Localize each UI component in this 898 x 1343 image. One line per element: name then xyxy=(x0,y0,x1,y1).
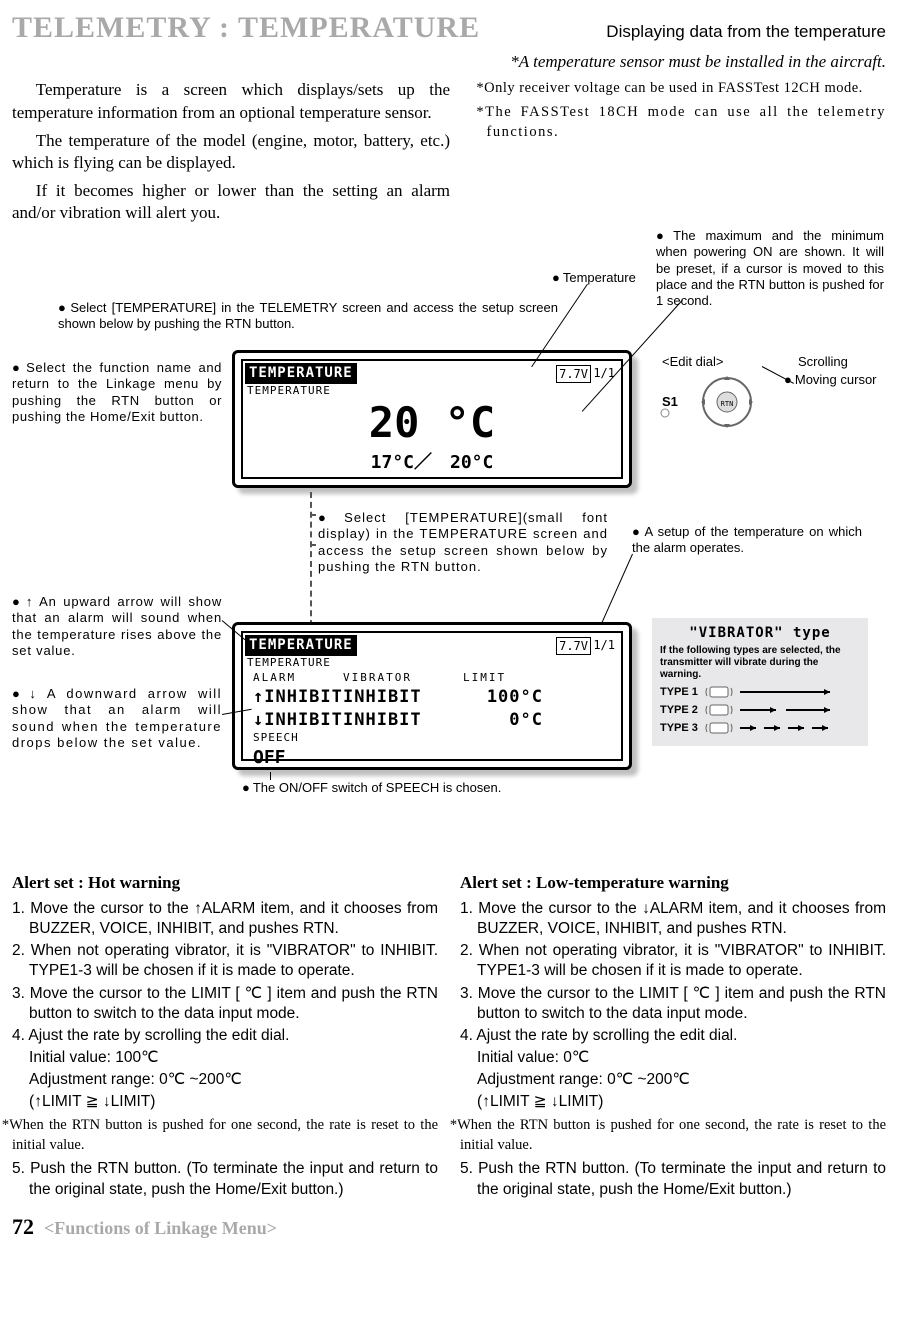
install-note: *A temperature sensor must be installed … xyxy=(12,51,886,74)
mode-note-2: *The FASSTest 18CH mode can use all the … xyxy=(487,103,887,142)
alert-hot-column: Alert set : Hot warning 1. Move the curs… xyxy=(12,872,438,1202)
lcd1-minmax: 17°C／ 20°C xyxy=(243,451,621,475)
hot-step-5: 5. Push the RTN button. (To terminate th… xyxy=(29,1159,438,1199)
hot-step-1: 1. Move the cursor to the ↑ALARM item, a… xyxy=(29,899,438,939)
vib-type1-label: TYPE 1 xyxy=(660,685,698,700)
alert-low-column: Alert set : Low-temperature warning 1. M… xyxy=(460,872,886,1202)
low-step-1: 1. Move the cursor to the ↓ALARM item, a… xyxy=(477,899,886,939)
callout-max-min: ●The maximum and the minimum when poweri… xyxy=(656,228,884,309)
vib-pattern-3-icon xyxy=(740,724,830,732)
low-step-4c: (↑LIMIT ≧ ↓LIMIT) xyxy=(477,1092,886,1112)
callout-temperature-label: ●Temperature xyxy=(552,270,636,286)
intro-p1: Temperature is a screen which displays/s… xyxy=(12,79,450,123)
intro-left: Temperature is a screen which displays/s… xyxy=(12,79,450,230)
edit-dial-label: <Edit dial> xyxy=(662,354,723,370)
alert-low-heading: Alert set : Low-temperature warning xyxy=(460,872,886,895)
diagram-zone: ●The maximum and the minimum when poweri… xyxy=(12,224,886,864)
lcd2-vbatt: 7.7V xyxy=(556,637,591,655)
vibration-icon xyxy=(704,703,734,717)
lcd2-h-limit: LIMIT xyxy=(463,671,543,686)
callout-select-small-text: Select [TEMPERATURE](small font display)… xyxy=(318,510,608,574)
callout-select-main-text: Select [TEMPERATURE] in the TELEMETRY sc… xyxy=(58,300,558,331)
callout-speech-text: The ON/OFF switch of SPEECH is chosen. xyxy=(253,780,502,795)
lcd2-h-vib: VIBRATOR xyxy=(343,671,463,686)
hot-step-2: 2. When not operating vibrator, it is "V… xyxy=(29,941,438,981)
lcd2-speech-label: SPEECH xyxy=(253,731,621,746)
callout-speech-note: ●The ON/OFF switch of SPEECH is chosen. xyxy=(242,780,501,796)
page-number: 72 xyxy=(12,1212,34,1242)
vibrator-row-1: TYPE 1 xyxy=(660,685,860,700)
hot-step-3: 3. Move the cursor to the LIMIT [ ℃ ] it… xyxy=(29,984,438,1024)
vibrator-sub: If the following types are selected, the… xyxy=(660,645,860,681)
low-step-4b: Adjustment range: 0℃ ~200℃ xyxy=(477,1070,886,1090)
lcd-screen-2: TEMPERATURE 7.7V 1/1 TEMPERATURE ALARM V… xyxy=(232,622,632,770)
lcd2-page: 1/1 xyxy=(593,637,615,653)
lcd2-r1a: ↑INHIBIT xyxy=(253,686,343,709)
callout-select-func-text: Select the function name and return to t… xyxy=(12,360,222,424)
callout-up-arrow-text: ↑ An upward arrow will show that an alar… xyxy=(12,594,222,658)
low-step-2: 2. When not operating vibrator, it is "V… xyxy=(477,941,886,981)
footer-section: <Functions of Linkage Menu> xyxy=(44,1216,277,1240)
callout-down-arrow-text: ↓ A downward arrow will show that an ala… xyxy=(12,686,222,750)
hot-step-4b: Adjustment range: 0℃ ~200℃ xyxy=(29,1070,438,1090)
callout-alarm-setup-text: A setup of the temperature on which the … xyxy=(632,524,862,555)
page-subtitle: Displaying data from the temperature xyxy=(500,21,886,44)
vib-pattern-2-icon xyxy=(740,706,830,714)
vib-pattern-1-icon xyxy=(740,688,830,696)
low-step-5: 5. Push the RTN button. (To terminate th… xyxy=(477,1159,886,1199)
lcd2-r1b: INHIBIT xyxy=(343,686,463,709)
low-note-reset: *When the RTN button is pushed for one s… xyxy=(460,1116,886,1155)
callout-select-func: ●Select the function name and return to … xyxy=(12,360,222,425)
footer: 72 <Functions of Linkage Menu> xyxy=(12,1212,886,1242)
intro-right: *Only receiver voltage can be used in FA… xyxy=(472,79,886,230)
hot-step-4c: (↑LIMIT ≧ ↓LIMIT) xyxy=(29,1092,438,1112)
callout-max-min-text: The maximum and the minimum when powerin… xyxy=(656,228,884,308)
vibrator-type-box: "VIBRATOR" type If the following types a… xyxy=(652,618,868,746)
intro-p3: If it becomes higher or lower than the s… xyxy=(12,180,450,224)
lcd-screen-1: TEMPERATURE 7.7V 1/1 TEMPERATURE 20 °C 1… xyxy=(232,350,632,488)
callout-up-arrow: ●↑ An upward arrow will show that an ala… xyxy=(12,594,222,659)
page-title: TELEMETRY : TEMPERATURE xyxy=(12,8,480,49)
lcd2-r2b: INHIBIT xyxy=(343,709,463,732)
vibration-icon xyxy=(704,685,734,699)
lcd2-r2c: 0°C xyxy=(463,709,543,732)
alert-hot-heading: Alert set : Hot warning xyxy=(12,872,438,895)
low-step-4: 4. Ajust the rate by scrolling the edit … xyxy=(477,1026,886,1046)
edit-dial-icon: RTN xyxy=(692,372,762,432)
callout-select-small: ●Select [TEMPERATURE](small font display… xyxy=(318,510,608,575)
low-step-3: 3. Move the cursor to the LIMIT [ ℃ ] it… xyxy=(477,984,886,1024)
intro-p2: The temperature of the model (engine, mo… xyxy=(12,130,450,174)
lcd2-speech-val: OFF xyxy=(253,746,621,770)
lcd2-sub: TEMPERATURE xyxy=(247,656,621,671)
lcd2-r1c: 100°C xyxy=(463,686,543,709)
scrolling-label: Scrolling xyxy=(798,354,848,370)
vibrator-row-2: TYPE 2 xyxy=(660,703,860,718)
lcd2-r2a: ↓INHIBIT xyxy=(253,709,343,732)
hot-note-reset: *When the RTN button is pushed for one s… xyxy=(12,1116,438,1155)
callout-select-main: ●Select [TEMPERATURE] in the TELEMETRY s… xyxy=(58,300,558,333)
svg-text:RTN: RTN xyxy=(721,400,734,408)
vibrator-title: "VIBRATOR" type xyxy=(660,624,860,643)
moving-cursor-text: Moving cursor xyxy=(795,372,877,387)
callout-temperature-text: Temperature xyxy=(563,270,636,285)
lcd1-bigtemp: 20 °C xyxy=(243,395,621,452)
vib-type3-label: TYPE 3 xyxy=(660,721,698,736)
vibrator-row-3: TYPE 3 xyxy=(660,721,860,736)
lcd2-title: TEMPERATURE xyxy=(245,635,357,656)
lcd1-vbatt: 7.7V xyxy=(556,365,591,383)
lcd1-title: TEMPERATURE xyxy=(245,363,357,384)
lcd2-h-alarm: ALARM xyxy=(253,671,343,686)
vib-type2-label: TYPE 2 xyxy=(660,703,698,718)
callout-down-arrow: ●↓ A downward arrow will show that an al… xyxy=(12,686,222,751)
mode-note-1: *Only receiver voltage can be used in FA… xyxy=(487,79,887,99)
moving-cursor-label: ●Moving cursor xyxy=(784,372,877,388)
low-step-4a: Initial value: 0℃ xyxy=(477,1048,886,1068)
hot-step-4a: Initial value: 100℃ xyxy=(29,1048,438,1068)
callout-alarm-setup: ●A setup of the temperature on which the… xyxy=(632,524,862,557)
hot-step-4: 4. Ajust the rate by scrolling the edit … xyxy=(29,1026,438,1046)
vibration-icon xyxy=(704,721,734,735)
